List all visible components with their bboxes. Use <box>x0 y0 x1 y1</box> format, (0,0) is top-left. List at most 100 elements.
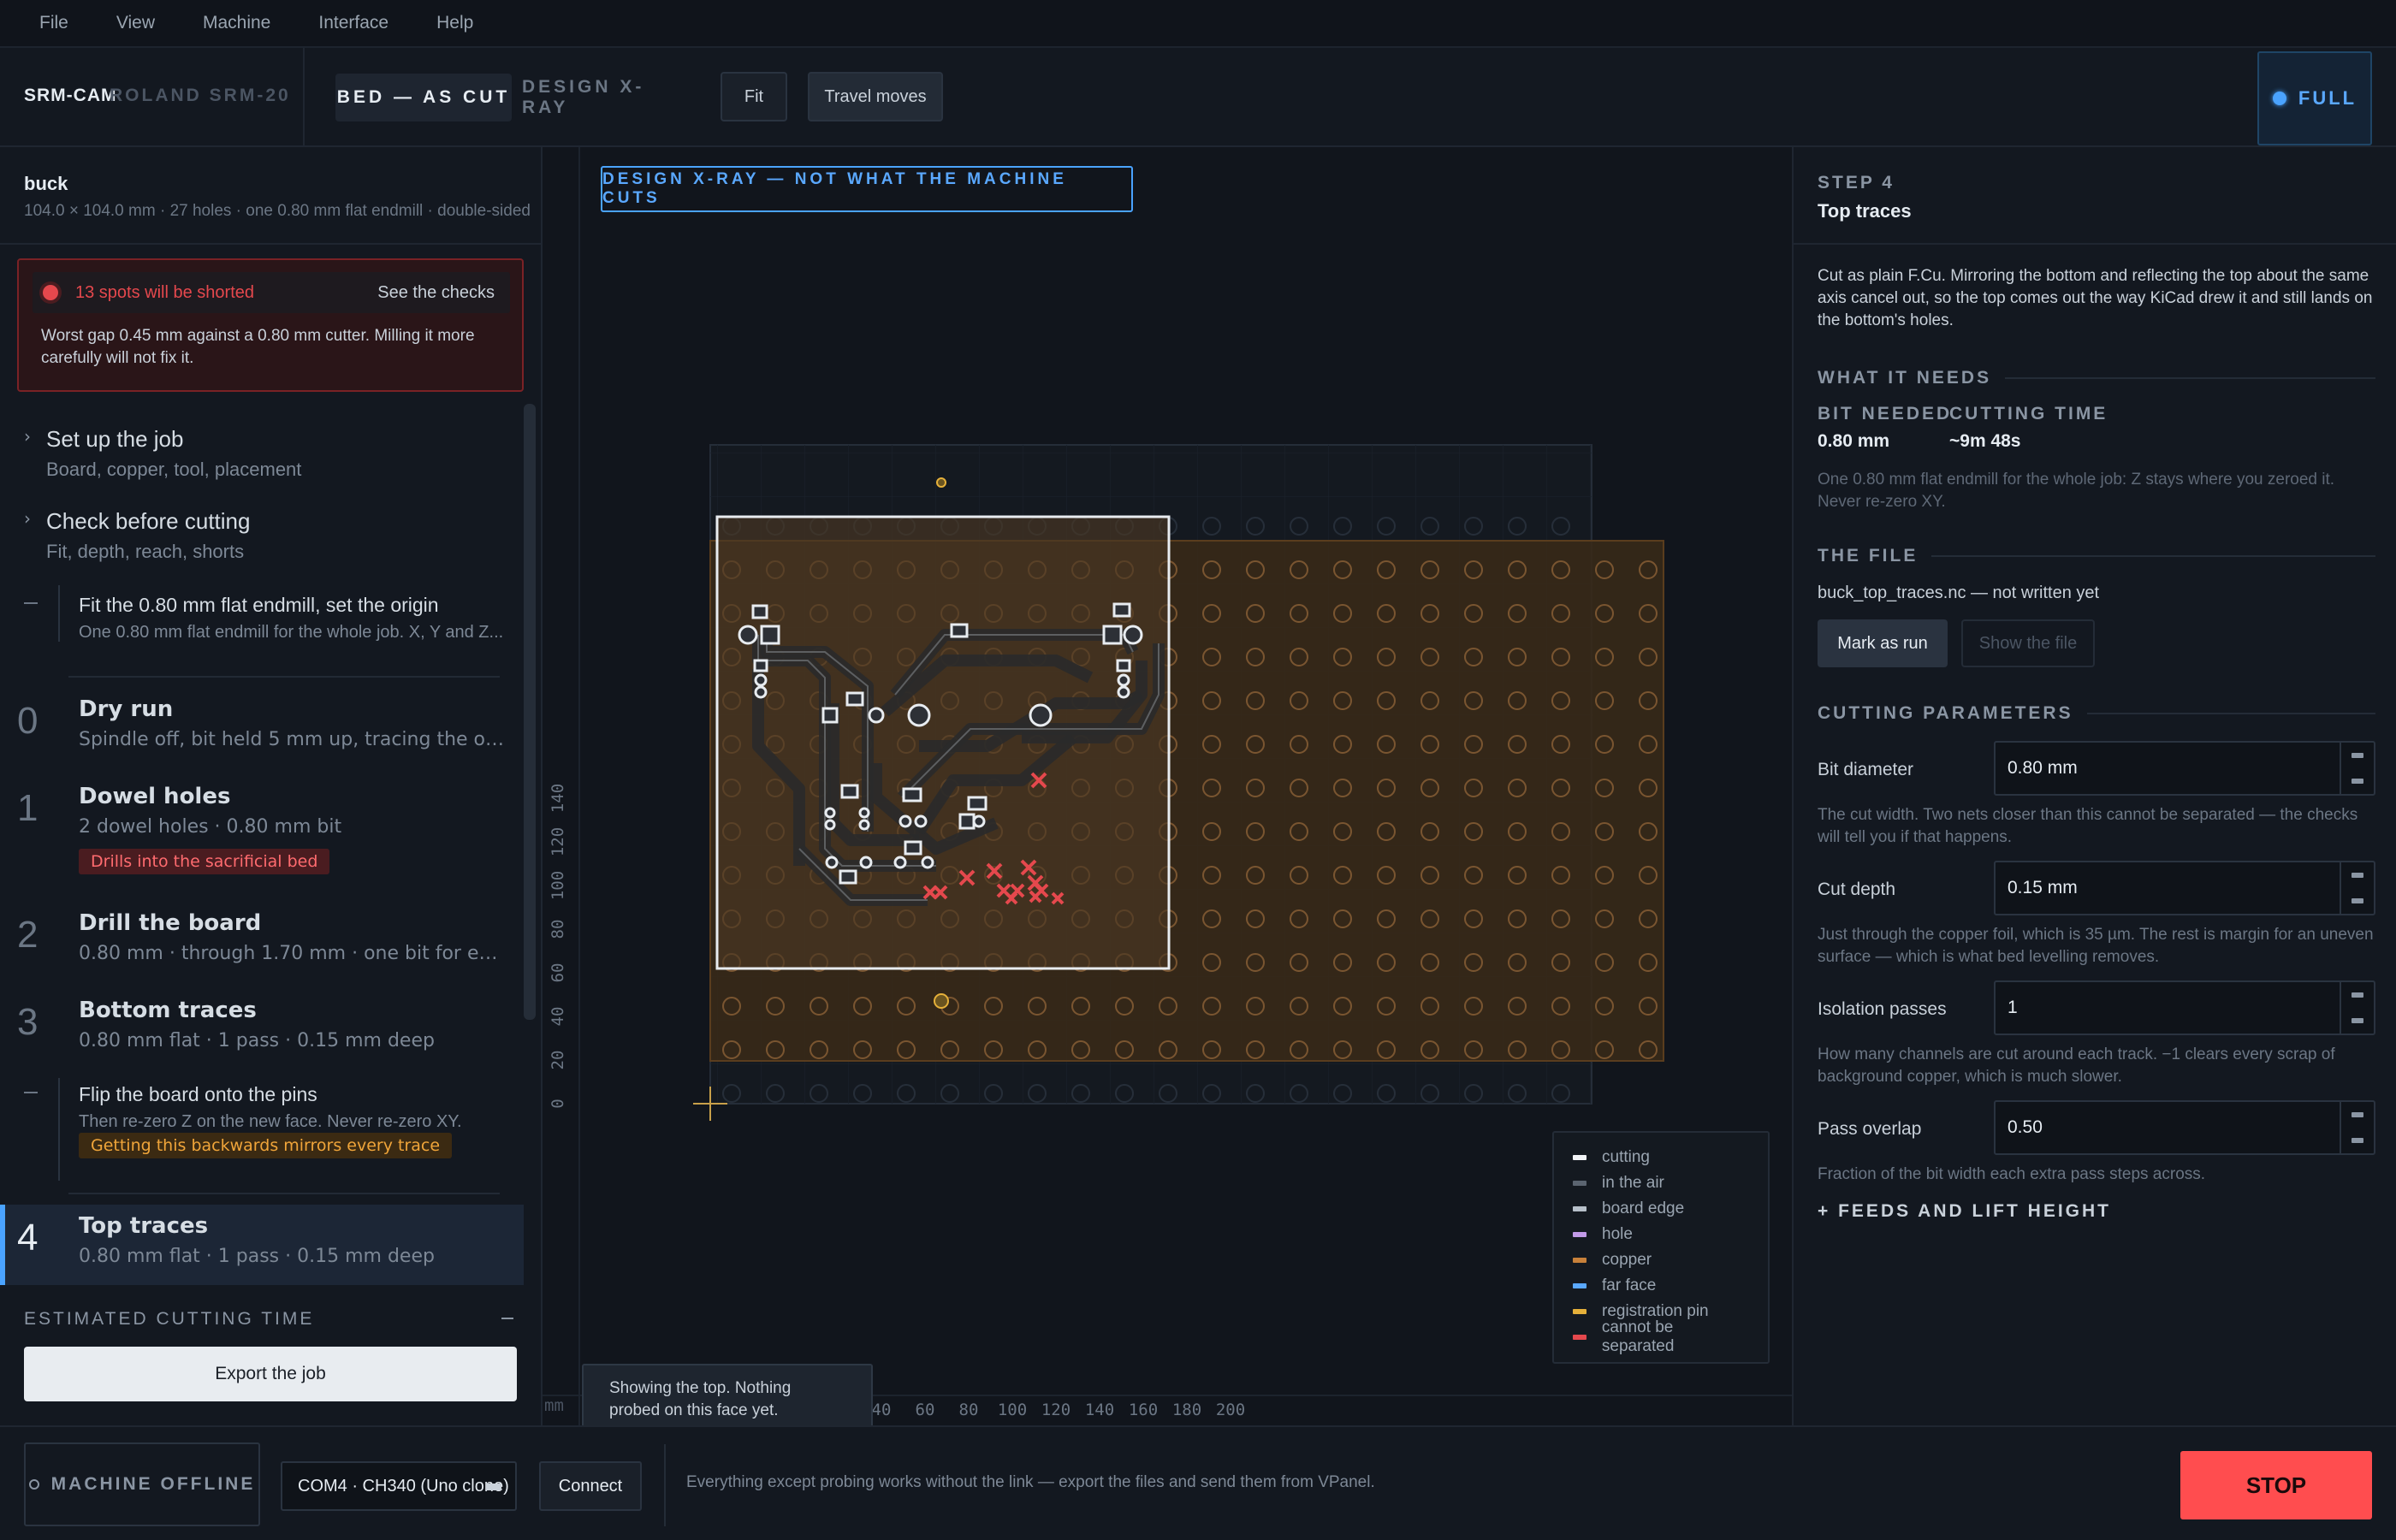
step-connector <box>58 585 60 642</box>
status-bar: MACHINE OFFLINE COM4 · CH340 (Uno clone)… <box>0 1425 2396 1540</box>
fit-button[interactable]: Fit <box>721 72 787 121</box>
bed-canvas[interactable]: 0 20 40 60 80 100 120 140 40 60 80 100 120 140 160 180 2… <box>543 147 1792 1425</box>
menu-bar: File View Machine Interface Help <box>0 0 2396 48</box>
status-message: Everything except probing works without … <box>686 1473 1375 1491</box>
input-value[interactable]: 0.15 mm <box>1997 862 2328 914</box>
decrement-icon[interactable] <box>2341 1128 2374 1153</box>
machine-status-label: MACHINE OFFLINE <box>50 1474 256 1494</box>
cutting-time-value: ~9m 48s <box>1949 431 2021 451</box>
legend-swatch <box>1573 1206 1586 1211</box>
connect-button[interactable]: Connect <box>539 1461 642 1511</box>
section-title: CUTTING PARAMETERS <box>1818 703 2073 723</box>
bit-needed: BIT NEEDED 0.80 mm <box>1818 404 1952 452</box>
machine-status: MACHINE OFFLINE <box>24 1442 260 1526</box>
step-subtitle: 0.80 mm flat · 1 pass · 0.15 mm deep <box>79 1030 435 1051</box>
travel-moves-toggle[interactable]: Travel moves <box>808 72 943 121</box>
increment-icon[interactable] <box>2341 982 2374 1008</box>
legend-swatch <box>1573 1283 1586 1288</box>
x-tick-label: 80 <box>959 1401 979 1419</box>
cut-depth-input[interactable]: 0.15 mm <box>1994 861 2375 915</box>
export-job-button[interactable]: Export the job <box>24 1347 517 1401</box>
step-number: 2 <box>17 914 39 956</box>
mark-as-run-button[interactable]: Mark as run <box>1818 619 1948 667</box>
stepper[interactable] <box>2340 743 2374 794</box>
status-dot-icon <box>2272 92 2286 105</box>
project-name: buck <box>24 173 68 194</box>
step-top-traces[interactable]: 4 Top traces 0.80 mm flat · 1 pass · 0.1… <box>0 1205 524 1290</box>
registration-pin <box>936 477 946 488</box>
decrement-icon[interactable] <box>2341 1008 2374 1034</box>
param-help: How many channels are cut around each tr… <box>1818 1045 2335 1086</box>
step-subtitle: One 0.80 mm flat endmill for the whole j… <box>79 623 504 642</box>
isolation-passes-input[interactable]: 1 <box>1994 980 2375 1035</box>
stage-title: Set up the job <box>46 426 184 452</box>
step-subtitle: 0.80 mm flat · 1 pass · 0.15 mm deep <box>79 1246 435 1267</box>
project-meta: 104.0 × 104.0 mm · 27 holes · one 0.80 m… <box>24 202 531 220</box>
stepper[interactable] <box>2340 982 2374 1034</box>
stepper[interactable] <box>2340 862 2374 914</box>
section-title: THE FILE <box>1818 546 1919 566</box>
project-header: buck 104.0 × 104.0 mm · 27 holes · one 0… <box>24 173 531 221</box>
stop-button[interactable]: STOP <box>2180 1451 2372 1519</box>
decrement-icon[interactable] <box>2341 768 2374 794</box>
y-tick-label: 20 <box>549 1051 567 1070</box>
estimate-title: ESTIMATED CUTTING TIME <box>24 1309 315 1329</box>
pass-overlap-input[interactable]: 0.50 <box>1994 1100 2375 1155</box>
menu-machine[interactable]: Machine <box>203 13 270 33</box>
app-name: SRM-CAM <box>24 86 117 105</box>
sidebar-scrollbar[interactable] <box>524 404 536 1020</box>
legend: cutting in the air board edge hole copper far… <box>1552 1131 1770 1364</box>
legend-item: cannot be separated <box>1573 1318 1749 1355</box>
increment-icon[interactable] <box>2341 862 2374 888</box>
view-bed-as-cut-tab[interactable]: BED — AS CUT <box>335 74 512 121</box>
decrement-icon[interactable] <box>2341 888 2374 914</box>
y-tick-label: 120 <box>549 827 567 856</box>
legend-label: board edge <box>1602 1199 1685 1217</box>
bit-needed-key: BIT NEEDED <box>1818 404 1953 424</box>
show-file-button[interactable]: Show the file <box>1961 619 2095 667</box>
see-checks-link[interactable]: See the checks <box>377 283 495 303</box>
increment-icon[interactable] <box>2341 743 2374 768</box>
input-value[interactable]: 1 <box>1997 982 2328 1034</box>
stage-subtitle: Board, copper, tool, placement <box>46 459 302 480</box>
step-title: Fit the 0.80 mm flat endmill, set the or… <box>79 594 439 616</box>
legend-item: in the air <box>1573 1170 1749 1196</box>
legend-item: far face <box>1573 1273 1749 1299</box>
alert-body: Worst gap 0.45 mm against a 0.80 mm cutt… <box>41 327 475 367</box>
increment-icon[interactable] <box>2341 1102 2374 1128</box>
x-tick-label: 40 <box>872 1401 892 1419</box>
menu-view[interactable]: View <box>116 13 155 33</box>
legend-item: copper <box>1573 1247 1749 1273</box>
step-drill-board[interactable]: 2 Drill the board 0.80 mm · through 1.70… <box>0 902 524 987</box>
step-dowel-holes[interactable]: 1 Dowel holes 2 dowel holes · 0.80 mm bi… <box>0 775 524 886</box>
menu-interface[interactable]: Interface <box>318 13 388 33</box>
legend-label: cutting <box>1602 1148 1650 1166</box>
chevron-right-icon: › <box>24 426 31 447</box>
port-value: COM4 · CH340 (Uno clone) <box>298 1476 509 1496</box>
param-label: Cut depth <box>1818 880 1896 899</box>
menu-help[interactable]: Help <box>436 13 473 33</box>
legend-label: hole <box>1602 1225 1633 1243</box>
warning-tag: Getting this backwards mirrors every tra… <box>79 1133 453 1158</box>
x-tick-label: 100 <box>998 1401 1027 1419</box>
collapse-icon[interactable] <box>501 1318 513 1319</box>
legend-swatch <box>1573 1232 1586 1237</box>
port-select[interactable]: COM4 · CH340 (Uno clone) <box>281 1461 517 1511</box>
view-design-xray-tab[interactable]: DESIGN X-RAY <box>522 74 690 121</box>
x-tick-label: 160 <box>1129 1401 1158 1419</box>
bit-diameter-input[interactable]: 0.80 mm <box>1994 741 2375 796</box>
stepper[interactable] <box>2340 1102 2374 1153</box>
input-value[interactable]: 0.80 mm <box>1997 743 2328 794</box>
step-dry-run[interactable]: 0 Dry run Spindle off, bit held 5 mm up,… <box>0 688 524 773</box>
full-mode-button[interactable]: FULL <box>2257 51 2372 145</box>
section-needs: WHAT IT NEEDS <box>1818 368 2375 388</box>
menu-file[interactable]: File <box>39 13 68 33</box>
input-value[interactable]: 0.50 <box>1997 1102 2328 1153</box>
divider <box>1794 243 2396 245</box>
legend-item: cutting <box>1573 1145 1749 1170</box>
step-bottom-traces[interactable]: 3 Bottom traces 0.80 mm flat · 1 pass · … <box>0 989 524 1075</box>
x-tick-label: 180 <box>1172 1401 1201 1419</box>
feeds-toggle[interactable]: + FEEDS AND LIFT HEIGHT <box>1818 1201 2111 1222</box>
alert-title: 13 spots will be shorted <box>75 282 255 302</box>
stage-subtitle: Fit, depth, reach, shorts <box>46 541 245 562</box>
